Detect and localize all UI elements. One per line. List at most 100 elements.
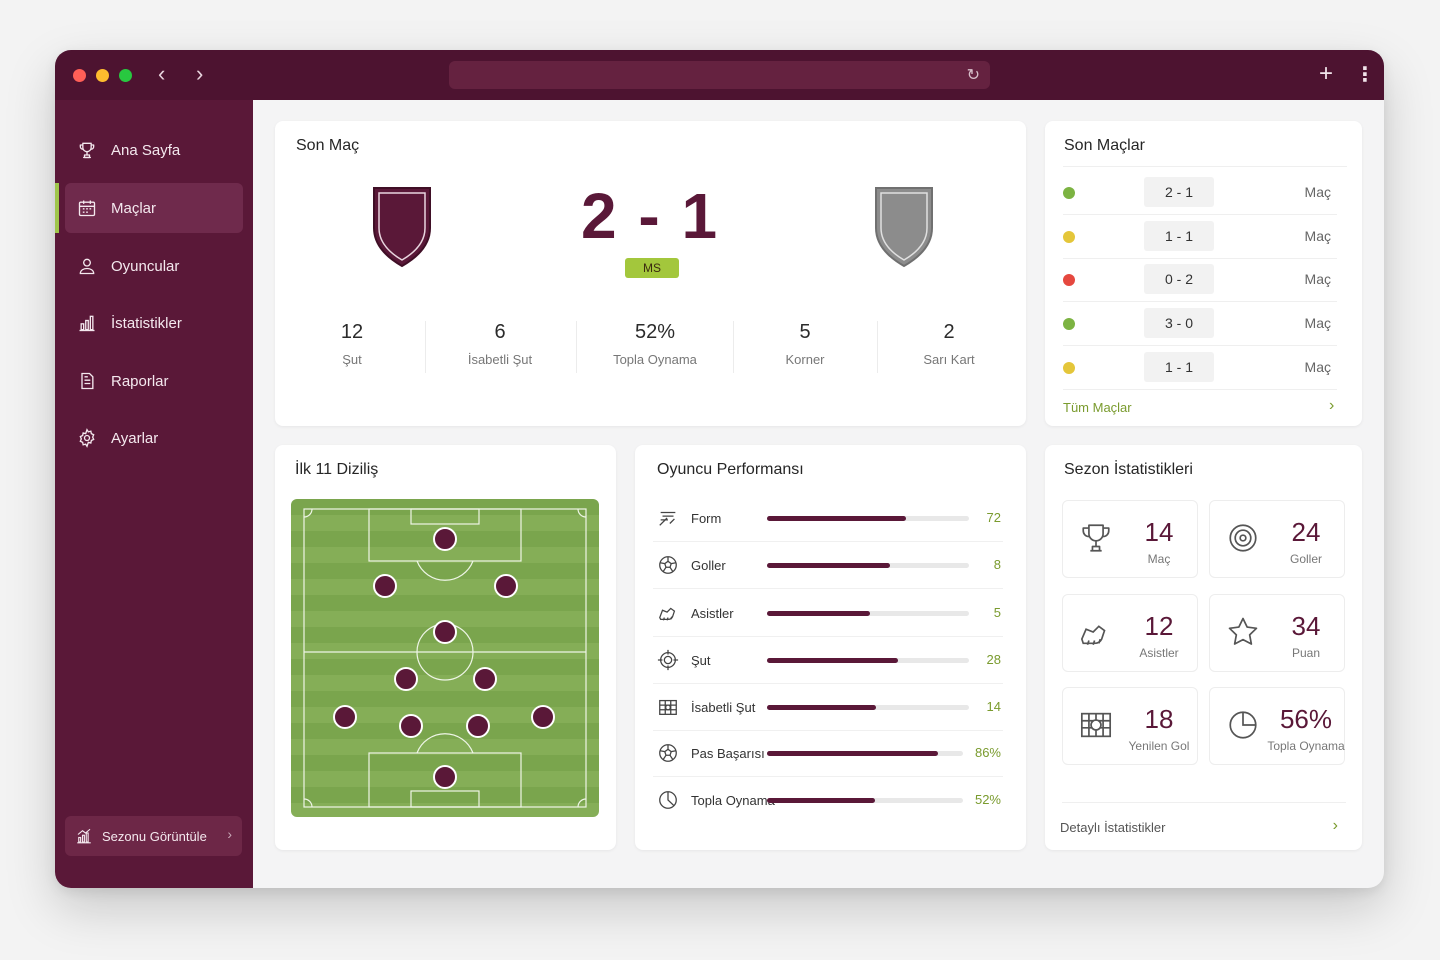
back-arrow-icon[interactable]: ‹ <box>158 62 165 86</box>
more-menu-icon[interactable]: ⋮ <box>1355 61 1375 89</box>
stat-label: Goller <box>1289 552 1322 566</box>
ball-icon <box>659 744 677 762</box>
sidebar-item-home[interactable]: Ana Sayfa <box>65 125 243 175</box>
user-icon <box>79 258 95 275</box>
recent-match-row[interactable]: 1 - 1 Maç <box>1063 346 1337 390</box>
performance-row-assists: Asistler 5 <box>653 590 1003 637</box>
stat-corners: 5 Korner <box>765 321 845 367</box>
player-marker[interactable] <box>466 714 490 738</box>
sidebar-item-statistics[interactable]: İstatistikler <box>65 298 243 348</box>
maximize-window-button[interactable] <box>119 69 132 82</box>
performance-label: Goller <box>691 558 726 573</box>
sidebar-item-reports[interactable]: Raporlar <box>65 356 243 406</box>
stat-possession: 52% Topla Oynama <box>600 321 710 367</box>
title-bar: ‹ › ↻ + ⋮ <box>55 50 1384 100</box>
stat-label: Asistler <box>1139 646 1179 660</box>
detailed-stats-link[interactable]: Detaylı İstatistikler <box>1060 820 1165 835</box>
stat-label: Şut <box>342 352 362 367</box>
new-tab-button[interactable]: + <box>1319 60 1333 88</box>
player-marker[interactable] <box>433 527 457 551</box>
player-marker[interactable] <box>433 620 457 644</box>
sidebar-item-matches[interactable]: Maçlar <box>55 183 243 233</box>
stat-label: Yenilen Gol <box>1128 739 1190 753</box>
recent-match-row[interactable]: 2 - 1 Maç <box>1063 171 1337 215</box>
divider <box>877 321 878 373</box>
player-marker[interactable] <box>399 714 423 738</box>
match-score: 1 - 1 <box>1144 221 1214 251</box>
form-icon <box>659 511 676 526</box>
view-season-button[interactable]: Sezonu Görüntüle › <box>65 816 242 856</box>
divider <box>1063 166 1347 167</box>
player-performance-card: Oyuncu Performansı Form 72 Goller 8 Asis… <box>635 445 1026 850</box>
close-window-button[interactable] <box>73 69 86 82</box>
player-marker[interactable] <box>394 667 418 691</box>
win-indicator <box>1063 318 1075 330</box>
match-score: 3 - 0 <box>1144 308 1214 338</box>
performance-value: 86% <box>974 745 1001 760</box>
season-stat-matches: 14 Maç <box>1062 500 1198 578</box>
all-matches-link[interactable]: Tüm Maçlar <box>1063 400 1132 415</box>
stat-label: Puan <box>1291 646 1321 660</box>
target-icon <box>1229 524 1257 552</box>
calendar-icon <box>78 200 96 217</box>
match-label: Maç <box>1304 359 1331 375</box>
match-label: Maç <box>1304 184 1331 200</box>
sidebar-item-settings[interactable]: Ayarlar <box>65 413 243 463</box>
ball-icon <box>659 556 677 574</box>
sidebar-item-players[interactable]: Oyuncular <box>65 241 243 291</box>
player-marker[interactable] <box>494 574 518 598</box>
performance-row-possession: Topla Oynama 52% <box>653 777 1003 824</box>
recent-match-row[interactable]: 1 - 1 Maç <box>1063 215 1337 259</box>
stat-value: 2 <box>943 321 955 343</box>
progress-bar <box>767 751 963 756</box>
stat-label: Maç <box>1147 552 1171 566</box>
recent-match-row[interactable]: 3 - 0 Maç <box>1063 302 1337 346</box>
match-label: Maç <box>1304 271 1331 287</box>
performance-row-goals: Goller 8 <box>653 542 1003 589</box>
stat-label: Topla Oynama <box>1267 739 1345 753</box>
player-marker[interactable] <box>333 705 357 729</box>
gear-icon <box>79 428 95 448</box>
stat-value: 56% <box>1279 704 1333 734</box>
performance-value: 8 <box>993 557 1001 572</box>
document-icon <box>81 372 94 390</box>
trophy-icon <box>1082 524 1110 552</box>
stat-value: 24 <box>1291 517 1321 547</box>
divider <box>576 321 577 373</box>
season-stat-goals: 24 Goller <box>1209 500 1345 578</box>
goal-net-icon <box>1080 712 1112 738</box>
football-pitch <box>291 499 599 817</box>
forward-arrow-icon[interactable]: › <box>196 62 203 86</box>
performance-value: 72 <box>986 510 1001 525</box>
sidebar-item-label: Ayarlar <box>111 429 159 447</box>
player-marker[interactable] <box>373 574 397 598</box>
chevron-right-icon[interactable]: › <box>1333 817 1338 835</box>
away-team-shield-icon <box>875 187 933 268</box>
progress-bar <box>767 798 963 803</box>
bar-chart-icon <box>79 315 95 332</box>
player-marker[interactable] <box>531 705 555 729</box>
progress-bar <box>767 563 969 568</box>
performance-row-shots-on-target: İsabetli Şut 14 <box>653 684 1003 731</box>
player-marker[interactable] <box>473 667 497 691</box>
reload-icon[interactable]: ↻ <box>967 65 980 85</box>
home-team-shield-icon <box>373 187 431 268</box>
season-stat-points: 34 Puan <box>1209 594 1345 672</box>
stat-label: Topla Oynama <box>613 352 697 367</box>
loss-indicator <box>1063 274 1075 286</box>
address-bar[interactable]: ↻ <box>449 61 990 89</box>
match-label: Maç <box>1304 315 1331 331</box>
progress-bar <box>767 516 969 521</box>
performance-label: Form <box>691 511 722 526</box>
view-season-label: Sezonu Görüntüle <box>102 828 207 844</box>
match-score: 2 - 1 <box>1144 177 1214 207</box>
season-stat-possession: 56% Topla Oynama <box>1209 687 1345 765</box>
sidebar-item-label: Ana Sayfa <box>111 141 181 159</box>
performance-value: 5 <box>993 605 1001 620</box>
player-marker[interactable] <box>433 765 457 789</box>
minimize-window-button[interactable] <box>96 69 109 82</box>
card-title: Oyuncu Performansı <box>657 461 804 478</box>
trophy-icon <box>79 142 95 159</box>
recent-match-row[interactable]: 0 - 2 Maç <box>1063 258 1337 302</box>
chevron-right-icon[interactable]: › <box>1329 397 1334 415</box>
